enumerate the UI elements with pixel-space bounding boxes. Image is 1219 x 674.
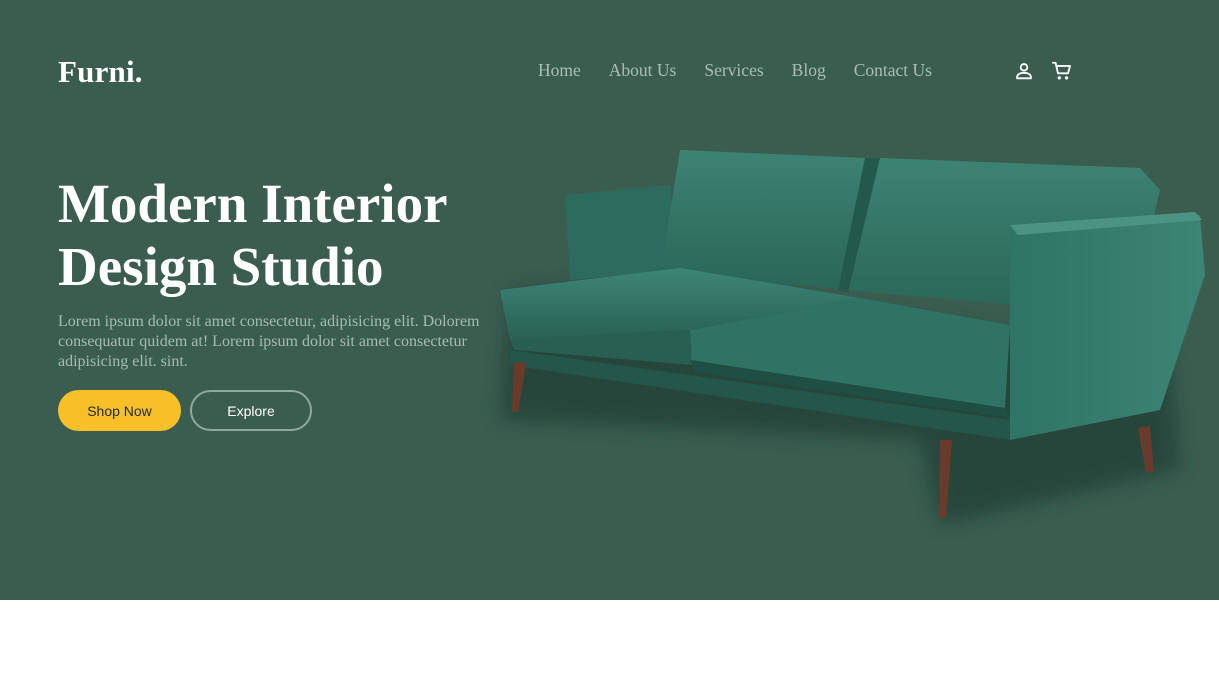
hero-section: Furni. Home About Us Services Blog Conta… xyxy=(0,0,1219,600)
user-icon[interactable] xyxy=(1013,60,1035,82)
hero-title-line-1: Modern Interior xyxy=(58,173,448,234)
nav-link-home[interactable]: Home xyxy=(538,60,581,81)
site-logo[interactable]: Furni. xyxy=(58,54,143,90)
shop-now-button[interactable]: Shop Now xyxy=(58,390,181,431)
hero-description: Lorem ipsum dolor sit amet consectetur, … xyxy=(58,313,480,370)
sofa-image xyxy=(500,150,1205,525)
header-icons xyxy=(1013,60,1073,82)
explore-button[interactable]: Explore xyxy=(190,390,312,431)
hero-title-line-2: Design Studio xyxy=(58,236,384,297)
nav-link-blog[interactable]: Blog xyxy=(792,60,826,81)
hero-title: Modern Interior Design Studio xyxy=(58,172,498,298)
cart-icon[interactable] xyxy=(1051,60,1073,82)
nav-link-about[interactable]: About Us xyxy=(609,60,677,81)
main-nav: Home About Us Services Blog Contact Us xyxy=(538,60,932,81)
nav-link-contact[interactable]: Contact Us xyxy=(854,60,932,81)
below-hero-area xyxy=(0,600,1219,674)
nav-link-services[interactable]: Services xyxy=(704,60,763,81)
